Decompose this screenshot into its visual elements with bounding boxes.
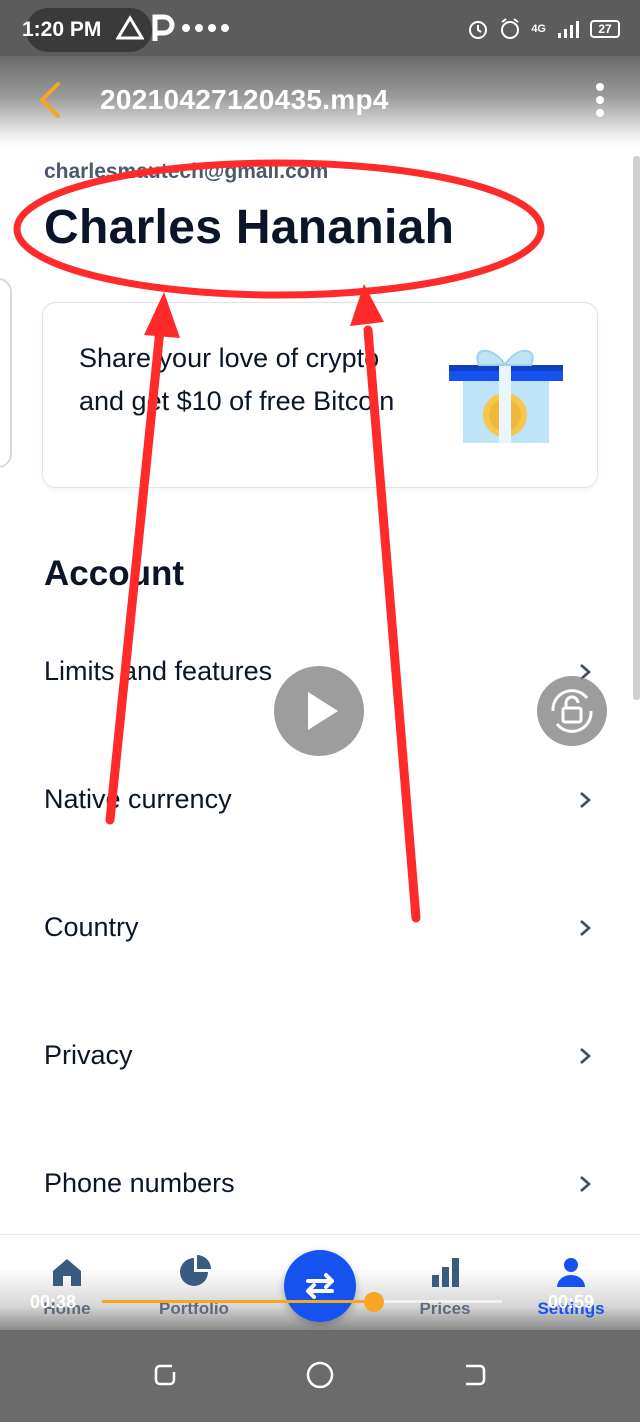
battery-indicator: 27	[590, 20, 620, 38]
menu-item-label: Phone numbers	[44, 1168, 235, 1198]
more-options-icon[interactable]	[592, 80, 608, 120]
play-icon	[308, 692, 338, 730]
menu-item-label: Native currency	[44, 784, 232, 814]
alarm-icon	[469, 21, 488, 39]
menu-item-privacy[interactable]: Privacy	[0, 1008, 640, 1108]
warning-icon	[116, 15, 144, 40]
offscreen-card-edge	[0, 278, 12, 468]
scrollbar[interactable]	[633, 156, 640, 700]
home-button-icon[interactable]	[305, 1360, 335, 1390]
menu-item-phone-numbers[interactable]: Phone numbers	[0, 1136, 640, 1236]
system-navigation-bar	[0, 1330, 640, 1422]
menu-item-label: Privacy	[44, 1040, 133, 1070]
video-file-title: 20210427120435.mp4	[100, 84, 389, 115]
status-system-icons: 4G 27	[467, 14, 620, 44]
video-total-time: 00:59	[548, 1292, 595, 1312]
referral-card[interactable]: Share your love of crypto and get $10 of…	[42, 302, 598, 488]
status-notification-icons	[116, 12, 229, 44]
rotation-lock-button[interactable]	[537, 676, 607, 746]
person-icon	[557, 1258, 585, 1287]
play-button[interactable]	[274, 666, 364, 756]
video-player-header: 20210427120435.mp4	[0, 56, 640, 146]
status-time: 1:20 PM	[22, 18, 102, 41]
back-arrow-icon[interactable]	[34, 80, 70, 120]
video-progress-thumb[interactable]	[364, 1292, 384, 1312]
signal-icon	[558, 21, 579, 38]
swap-arrows-icon	[306, 1273, 334, 1299]
account-section-title: Account	[44, 554, 184, 593]
menu-item-native-currency[interactable]: Native currency	[0, 752, 640, 852]
video-elapsed-time: 00:38	[30, 1292, 77, 1312]
alarm-clock-icon	[501, 18, 520, 39]
chevron-right-icon	[580, 792, 591, 808]
bar-chart-icon	[432, 1258, 459, 1287]
chevron-right-icon	[580, 1048, 591, 1064]
nav-prices[interactable]: Prices	[380, 1255, 510, 1325]
menu-item-label: Limits and features	[44, 656, 273, 686]
home-icon	[53, 1259, 81, 1286]
nav-settings[interactable]: Settings	[506, 1255, 636, 1325]
video-progress-fill	[102, 1300, 374, 1303]
user-email: charlesmautech@gmail.com	[44, 160, 329, 183]
menu-item-label: Country	[44, 912, 139, 942]
more-notifications-icon	[182, 24, 229, 32]
video-progress-track[interactable]	[102, 1292, 502, 1312]
network-type: 4G	[531, 23, 546, 35]
recent-apps-icon[interactable]	[150, 1360, 180, 1390]
chevron-right-icon	[580, 920, 591, 936]
p-app-icon	[152, 14, 175, 41]
back-button-icon[interactable]	[460, 1360, 490, 1390]
nav-portfolio[interactable]: Portfolio	[129, 1255, 259, 1325]
menu-item-country[interactable]: Country	[0, 880, 640, 980]
gift-icon	[449, 349, 563, 443]
nav-home[interactable]: Home	[2, 1255, 132, 1325]
referral-text: Share your love of crypto and get $10 of…	[79, 343, 395, 416]
user-name: Charles Hananiah	[44, 201, 455, 254]
trade-button[interactable]	[284, 1250, 356, 1322]
pie-chart-icon	[180, 1255, 211, 1286]
chevron-right-icon	[580, 1176, 591, 1192]
rotation-lock-icon	[551, 689, 593, 733]
status-bar: 1:20 PM 4G 27	[0, 0, 640, 56]
